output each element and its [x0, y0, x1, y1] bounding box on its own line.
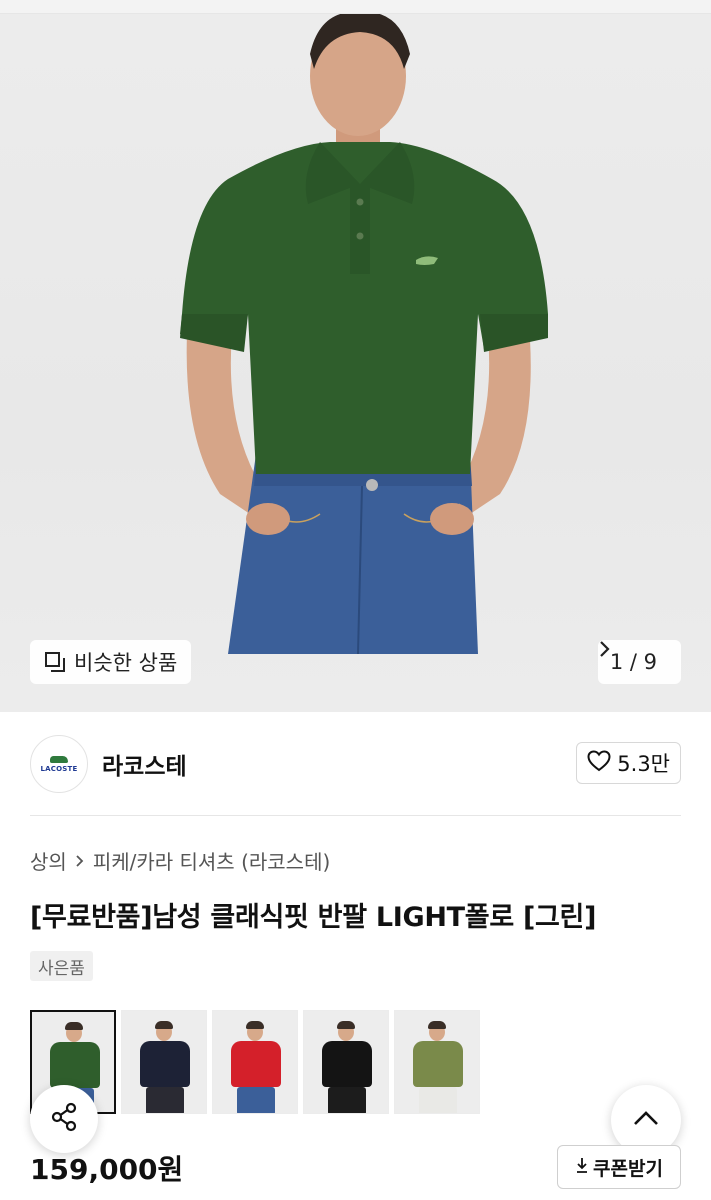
brand-name[interactable]: 라코스테: [102, 747, 187, 781]
like-count: 5.3만: [617, 752, 670, 776]
coupon-button[interactable]: 쿠폰받기: [557, 1145, 681, 1189]
thumb-pants: [419, 1087, 457, 1113]
coupon-label: 쿠폰받기: [593, 1157, 663, 1180]
color-option-thumbnail[interactable]: [303, 1010, 389, 1114]
breadcrumb: 상의 피케/카라 티셔츠 (라코스테): [30, 846, 330, 875]
similar-products-button[interactable]: 비슷한 상품: [30, 640, 192, 684]
color-option-thumbnail[interactable]: [212, 1010, 298, 1114]
product-image-gallery[interactable]: 비슷한 상품 1 / 9: [0, 14, 711, 712]
like-button[interactable]: 5.3만: [576, 742, 681, 784]
croc-icon: [50, 755, 68, 763]
share-icon: [48, 1101, 80, 1137]
breadcrumb-item-category[interactable]: 상의: [30, 846, 67, 875]
thumb-shirt: [322, 1041, 372, 1087]
download-icon: [575, 1156, 589, 1178]
top-status-strip: [0, 0, 711, 14]
divider: [30, 815, 681, 816]
chevron-right-icon: [75, 849, 85, 873]
color-option-thumbnail[interactable]: [394, 1010, 480, 1114]
heart-icon: [587, 749, 611, 777]
product-main-image: [180, 14, 548, 655]
brand-row: LACOSTE 라코스테 5.3만: [30, 734, 681, 794]
thumb-shirt: [413, 1041, 463, 1087]
similar-products-label: 비슷한 상품: [74, 651, 178, 675]
product-price: 159,000원: [30, 1153, 184, 1186]
thumb-shirt: [231, 1041, 281, 1087]
thumb-pants: [146, 1087, 184, 1113]
brand-logo[interactable]: LACOSTE: [30, 735, 88, 793]
thumb-pants: [328, 1087, 366, 1113]
color-option-thumbnail[interactable]: [121, 1010, 207, 1114]
color-option-thumbnails: [30, 1010, 480, 1114]
share-button[interactable]: [30, 1085, 98, 1153]
brand-logo-text: LACOSTE: [40, 764, 78, 773]
chevron-up-icon: [633, 1110, 659, 1130]
similar-icon: [44, 651, 66, 673]
breadcrumb-item-subcategory[interactable]: 피케/카라 티셔츠 (라코스테): [93, 846, 330, 875]
product-title: [무료반품]남성 클래식핏 반팔 LIGHT폴로 [그린]: [30, 902, 597, 933]
image-counter[interactable]: 1 / 9: [597, 640, 681, 684]
thumb-shirt: [140, 1041, 190, 1087]
gift-badge: 사은품: [30, 951, 93, 981]
thumb-pants: [237, 1087, 275, 1113]
image-counter-text: 1 / 9: [609, 650, 657, 674]
thumb-shirt: [50, 1042, 100, 1088]
